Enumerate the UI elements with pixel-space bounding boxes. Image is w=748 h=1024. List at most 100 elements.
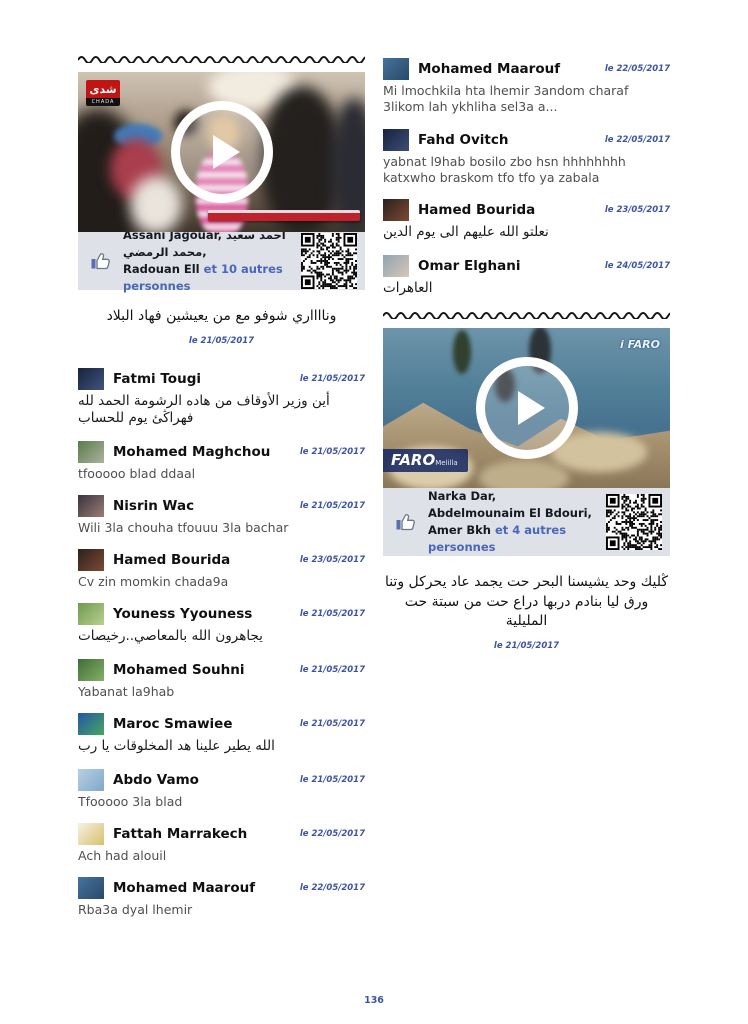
- page: شدى CHADA Assani Jagouar, احمد سعيد محمد…: [0, 0, 748, 1024]
- post-date: le 21/05/2017: [383, 641, 670, 651]
- page-number: 136: [0, 995, 748, 1006]
- avatar: [383, 199, 409, 221]
- play-button[interactable]: [78, 72, 365, 232]
- comment-text: Tfooooo 3la blad: [78, 794, 365, 810]
- comment: Mohamed Souhni le 21/05/2017 Yabanat la9…: [78, 659, 365, 700]
- avatar: [78, 603, 104, 625]
- comment-text: tfooooo blad ddaal: [78, 466, 365, 482]
- comment: Maroc Smawiee le 21/05/2017 الله يطير عل…: [78, 713, 365, 756]
- comment-text: yabnat l9hab bosilo zbo hsn hhhhhhhh kat…: [383, 154, 670, 187]
- liker-name[interactable]: Radouan Ell: [123, 262, 200, 276]
- comment-text: Mi lmochkila hta lhemir 3andom charaf 3l…: [383, 83, 670, 116]
- comment-text: أين وزير الأوقاف من هاده الرشومة الحمد ل…: [78, 393, 365, 428]
- right-column: Mohamed Maarouf le 22/05/2017 Mi lmochki…: [383, 0, 670, 651]
- comment-text: Wili 3la chouha tfouuu 3la bachar: [78, 520, 365, 536]
- avatar: [78, 495, 104, 517]
- comment: Hamed Bourida le 23/05/2017 Cv zin momki…: [78, 549, 365, 590]
- comment-date: le 22/05/2017: [605, 64, 670, 74]
- comment-text: يجاهرون الله بالمعاصي..رخيصات: [78, 628, 365, 646]
- comment: Nisrin Wac le 21/05/2017 Wili 3la chouha…: [78, 495, 365, 536]
- avatar: [78, 549, 104, 571]
- avatar: [383, 129, 409, 151]
- play-button[interactable]: [383, 328, 670, 488]
- play-icon: [518, 391, 545, 425]
- post-caption: ونااااري شوفو مع من يعيشين فهاد البلاد: [78, 307, 365, 327]
- avatar: [78, 877, 104, 899]
- liker-names[interactable]: Assani Jagouar, احمد سعيد محمد الرمضي,: [123, 228, 286, 259]
- wave-divider: [383, 310, 670, 319]
- likes-bar: Assani Jagouar, احمد سعيد محمد الرمضي, R…: [78, 232, 365, 290]
- commenter-name[interactable]: Fattah Marrakech: [113, 826, 247, 842]
- qr-code: [301, 233, 357, 289]
- commenter-name[interactable]: Mohamed Maghchou: [113, 444, 270, 460]
- comment: Fatmi Tougi le 21/05/2017 أين وزير الأوق…: [78, 368, 365, 428]
- commenter-name[interactable]: Fatmi Tougi: [113, 371, 201, 387]
- liker-name[interactable]: Amer Bkh: [428, 523, 491, 537]
- video-post-2[interactable]: i FARO FAROMelilla: [383, 328, 670, 488]
- play-icon: [213, 135, 240, 169]
- likes-text: Assani Jagouar, احمد سعيد محمد الرمضي, R…: [123, 227, 292, 296]
- comment: Fattah Marrakech le 22/05/2017 Ach had a…: [78, 823, 365, 864]
- avatar: [78, 659, 104, 681]
- commenter-name[interactable]: Fahd Ovitch: [418, 132, 509, 148]
- qr-code: [606, 494, 662, 550]
- avatar: [78, 441, 104, 463]
- comment: Mohamed Maarouf le 22/05/2017 Rba3a dyal…: [78, 877, 365, 918]
- commenter-name[interactable]: Mohamed Souhni: [113, 662, 244, 678]
- like-icon: [395, 511, 419, 533]
- commenter-name[interactable]: Youness Yyouness: [113, 606, 252, 622]
- comment-text: الله يطير علينا هد المخلوقات يا رب: [78, 738, 365, 756]
- commenter-name[interactable]: Abdo Vamo: [113, 772, 199, 788]
- comment: Abdo Vamo le 21/05/2017 Tfooooo 3la blad: [78, 769, 365, 810]
- likes-bar: Narka Dar, Abdelmounaim El Bdouri, Amer …: [383, 488, 670, 556]
- comment: Hamed Bourida le 23/05/2017 نعلتو الله ع…: [383, 199, 670, 242]
- avatar: [383, 58, 409, 80]
- comment-date: le 21/05/2017: [300, 501, 365, 511]
- liker-names[interactable]: Narka Dar, Abdelmounaim El Bdouri,: [428, 489, 592, 520]
- comment-date: le 22/05/2017: [605, 135, 670, 145]
- comment-date: le 24/05/2017: [605, 261, 670, 271]
- like-icon: [90, 250, 114, 272]
- post-date: le 21/05/2017: [78, 336, 365, 346]
- comment-date: le 21/05/2017: [300, 374, 365, 384]
- comment: Youness Yyouness le 21/05/2017 يجاهرون ا…: [78, 603, 365, 646]
- commenter-name[interactable]: Mohamed Maarouf: [113, 880, 255, 896]
- comment-text: Yabanat la9hab: [78, 684, 365, 700]
- commenter-name[interactable]: Hamed Bourida: [418, 202, 535, 218]
- comment-date: le 21/05/2017: [300, 665, 365, 675]
- comment-text: العاهرات: [383, 280, 670, 298]
- comment-text: Cv zin momkin chada9a: [78, 574, 365, 590]
- post-caption: ڭليك وحد يشيسنا البحر حت يجمد عاد يحركل …: [383, 573, 670, 632]
- comment: Omar Elghani le 24/05/2017 العاهرات: [383, 255, 670, 298]
- likes-text: Narka Dar, Abdelmounaim El Bdouri, Amer …: [428, 488, 597, 557]
- comment-date: le 21/05/2017: [300, 775, 365, 785]
- avatar: [78, 823, 104, 845]
- comment-text: Ach had alouil: [78, 848, 365, 864]
- comment-date: le 23/05/2017: [605, 205, 670, 215]
- commenter-name[interactable]: Omar Elghani: [418, 258, 520, 274]
- comment-date: le 22/05/2017: [300, 883, 365, 893]
- wave-divider: [78, 54, 365, 63]
- commenter-name[interactable]: Hamed Bourida: [113, 552, 230, 568]
- left-column: شدى CHADA Assani Jagouar, احمد سعيد محمد…: [78, 0, 365, 932]
- comments-list: Mohamed Maarouf le 22/05/2017 Mi lmochki…: [383, 58, 670, 297]
- comment-text: Rba3a dyal lhemir: [78, 902, 365, 918]
- commenter-name[interactable]: Nisrin Wac: [113, 498, 194, 514]
- avatar: [78, 368, 104, 390]
- comment-date: le 21/05/2017: [300, 447, 365, 457]
- avatar: [383, 255, 409, 277]
- comment: Fahd Ovitch le 22/05/2017 yabnat l9hab b…: [383, 129, 670, 187]
- comment: Mohamed Maghchou le 21/05/2017 tfooooo b…: [78, 441, 365, 482]
- commenter-name[interactable]: Maroc Smawiee: [113, 716, 233, 732]
- video-post-1[interactable]: شدى CHADA: [78, 72, 365, 232]
- comments-list: Fatmi Tougi le 21/05/2017 أين وزير الأوق…: [78, 368, 365, 919]
- comment-date: le 21/05/2017: [300, 609, 365, 619]
- avatar: [78, 713, 104, 735]
- avatar: [78, 769, 104, 791]
- comment: Mohamed Maarouf le 22/05/2017 Mi lmochki…: [383, 58, 670, 116]
- comment-text: نعلتو الله عليهم الى يوم الدين: [383, 224, 670, 242]
- commenter-name[interactable]: Mohamed Maarouf: [418, 61, 560, 77]
- comment-date: le 21/05/2017: [300, 719, 365, 729]
- comment-date: le 23/05/2017: [300, 555, 365, 565]
- comment-date: le 22/05/2017: [300, 829, 365, 839]
